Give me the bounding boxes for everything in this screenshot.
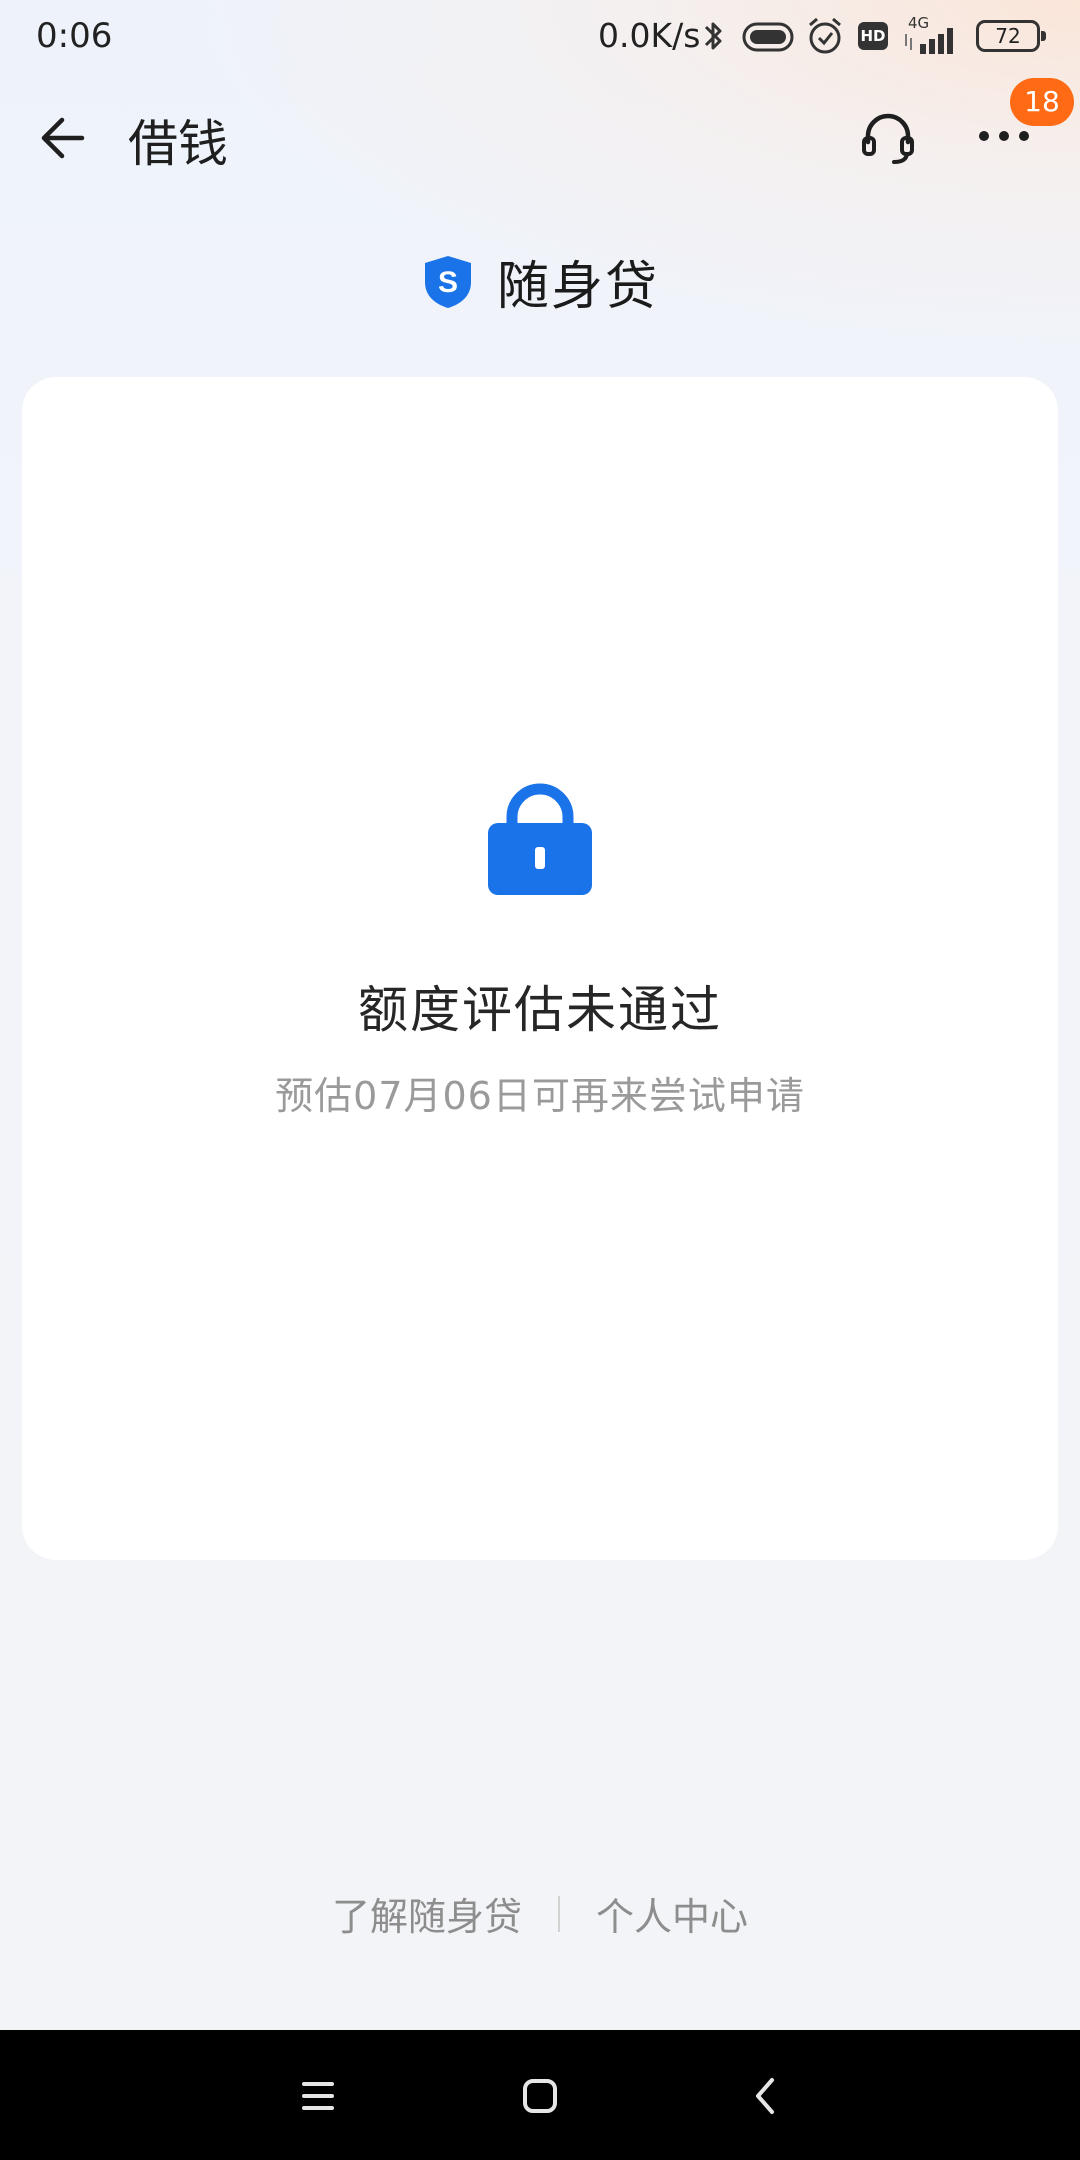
notification-badge[interactable]: 18 — [1010, 78, 1074, 126]
bluetooth-icon — [704, 22, 722, 50]
result-card: 额度评估未通过 预估07月06日可再来尝试申请 — [22, 377, 1058, 1560]
page-title: 借钱 — [128, 115, 228, 173]
hd-icon: HD — [858, 22, 888, 50]
personal-center-link[interactable]: 个人中心 — [596, 1886, 748, 1941]
lock-icon — [488, 783, 592, 895]
product-brand: S 随身贷 — [0, 244, 1080, 319]
alarm-icon — [809, 17, 841, 54]
home-icon[interactable] — [512, 2068, 568, 2124]
back-nav-icon[interactable] — [738, 2068, 794, 2124]
system-nav-bar — [0, 2030, 1080, 2160]
footer-links: 了解随身贷 个人中心 — [0, 1886, 1080, 1941]
learn-product-link[interactable]: 了解随身贷 — [332, 1886, 522, 1941]
battery-level: 72 — [995, 24, 1021, 48]
status-bar: 0:06 0.0K/s HD 4G 72 — [0, 0, 1080, 76]
customer-service-icon[interactable] — [856, 106, 920, 170]
result-title: 额度评估未通过 — [358, 981, 722, 1039]
battery-indicator: 72 — [976, 20, 1046, 52]
status-time: 0:06 — [36, 16, 113, 56]
brand-name: 随身贷 — [496, 257, 659, 317]
result-subtitle: 预估07月06日可再来尝试申请 — [275, 1074, 805, 1118]
menu-icon[interactable] — [290, 2068, 346, 2124]
network-speed: 0.0K/s — [598, 16, 701, 55]
shield-logo-icon: S — [424, 255, 471, 308]
logo-letter: S — [438, 266, 458, 299]
link-divider — [558, 1895, 560, 1932]
vibrate-toggle-icon — [742, 22, 794, 52]
signal-icon — [905, 28, 953, 54]
back-arrow-icon[interactable] — [38, 110, 94, 166]
